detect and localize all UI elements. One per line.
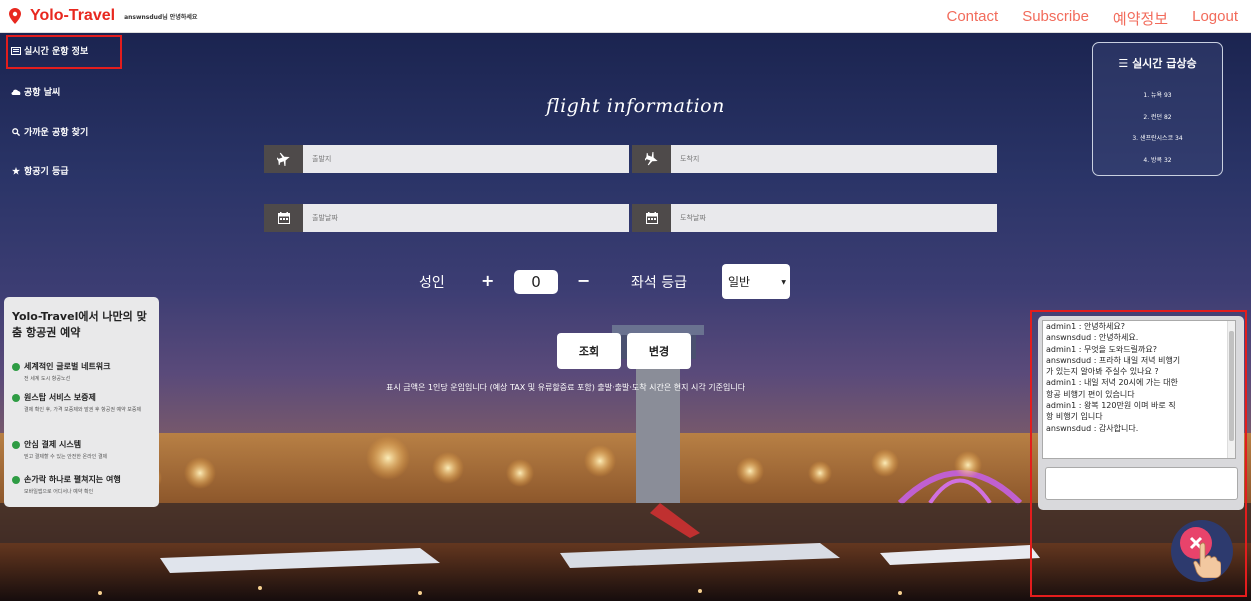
change-button[interactable]: 변경 (627, 333, 691, 369)
seat-class-value: 일반 (728, 275, 751, 289)
cloud-icon (11, 89, 21, 95)
selection-highlight (6, 35, 122, 69)
check-circle-icon (12, 475, 20, 484)
sidebar-item-label: 공항 날씨 (24, 88, 61, 98)
trending-item[interactable]: 3. 샌프란시스코 34 (1093, 133, 1222, 142)
sidebar-item-label: 가까운 공항 찾기 (24, 128, 89, 138)
chat-message: 항공 비행기 편이 있습니다 (1046, 389, 1135, 399)
seat-class-select[interactable]: 일반 ▼ (722, 264, 790, 299)
departure-date-icon-button[interactable] (264, 204, 303, 232)
chat-message: admin1 : 안녕하세요? (1046, 322, 1125, 331)
departure-date-input[interactable]: 출발날짜 (303, 204, 629, 232)
promo-item-desc: 전 세계 도시 항공노선 (24, 376, 71, 382)
chat-message: 항 비행기 입니다 (1046, 412, 1103, 422)
map-pin-icon (9, 8, 21, 24)
promo-item: 안심 결제 시스템 믿고 결제할 수 있는 안전한 온라인 결제 (12, 439, 107, 461)
departure-icon-button[interactable] (264, 145, 303, 173)
list-icon: ☰ (1118, 57, 1133, 70)
promo-item-desc: 결제 확인 후, 가격 보증제와 발권 후 항공권 예약 보증제 (24, 407, 142, 413)
promo-item: 손가락 하나로 펼쳐지는 여행 모바일앱으로 어디서나 예약 확인 (12, 474, 121, 496)
promo-item-title: 원스탑 서비스 보증제 (24, 393, 96, 402)
arrival-input[interactable]: 도착지 (671, 145, 997, 173)
nav-contact-link[interactable]: Contact (947, 8, 999, 29)
airplane-icon (644, 152, 658, 166)
airplane-icon (276, 152, 290, 166)
nav-reservation-link[interactable]: 예약정보 (1113, 8, 1168, 29)
promo-item-desc: 믿고 결제할 수 있는 안전한 온라인 결제 (24, 454, 108, 460)
promo-item-title: 세계적인 글로벌 네트워크 (24, 362, 111, 371)
chat-message: answnsdud : 감사합니다. (1046, 423, 1139, 433)
check-circle-icon (12, 440, 20, 449)
chat-log[interactable]: admin1 : 안녕하세요? answnsdud : 안녕하세요. admin… (1042, 320, 1236, 459)
check-circle-icon (12, 362, 20, 371)
trending-item[interactable]: 4. 방콕 32 (1093, 155, 1222, 164)
chat-scrollbar[interactable] (1227, 321, 1235, 458)
page-title: flight information (546, 95, 725, 117)
brand[interactable]: Yolo-Travel answnsdud님 안녕하세요 (9, 7, 197, 25)
chat-toggle-button[interactable] (1171, 520, 1233, 582)
chat-input[interactable] (1045, 467, 1238, 500)
chat-message: 가 있는지 알아봐 주실수 있나요 ? (1046, 367, 1159, 377)
fare-notice: 표시 금액은 1인당 운임입니다 (예상 TAX 및 유류할증료 포함) 출발·… (386, 383, 746, 392)
main-nav: Contact Subscribe 예약정보 Logout (947, 8, 1239, 29)
nav-logout-link[interactable]: Logout (1192, 8, 1238, 29)
departure-input[interactable]: 출발지 (303, 145, 629, 173)
trending-item[interactable]: 2. 런던 82 (1093, 112, 1222, 121)
promo-title: Yolo-Travel에서 나만의 맞춤 항공권 예약 (12, 310, 147, 339)
chat-message: admin1 : 무엇을 도와드릴까요? (1046, 344, 1157, 354)
sidebar-item-aircraft-class[interactable]: 항공기 등급 (11, 164, 69, 177)
promo-item-desc: 모바일앱으로 어디서나 예약 확인 (24, 489, 94, 495)
promo-item-title: 안심 결제 시스템 (24, 440, 82, 449)
departure-field: 출발지 (264, 145, 629, 173)
scrollbar-thumb[interactable] (1229, 331, 1234, 441)
trending-title-text: 실시간 급상승 (1132, 57, 1197, 70)
trending-item[interactable]: 1. 뉴욕 93 (1093, 90, 1222, 99)
calendar-icon (277, 212, 290, 224)
chat-message: admin1 : 내일 저녁 20시에 가는 대한 (1046, 378, 1178, 388)
arrival-date-field: 도착날짜 (632, 204, 997, 232)
dropdown-caret-icon: ▼ (781, 279, 786, 286)
trending-title: ☰ 실시간 급상승 (1093, 55, 1222, 71)
calendar-icon (645, 212, 658, 224)
search-icon (12, 127, 21, 136)
check-circle-icon (12, 393, 20, 402)
chat-message: answnsdud : 프라하 내일 저녁 비행기 (1046, 355, 1181, 365)
star-icon (12, 166, 20, 175)
chat-message: admin1 : 왕복 120만원 이며 바로 직 (1046, 401, 1176, 411)
promo-item-title: 손가락 하나로 펼쳐지는 여행 (24, 475, 121, 484)
sidebar-item-nearest-airport[interactable]: 가까운 공항 찾기 (11, 125, 88, 138)
promo-panel: Yolo-Travel에서 나만의 맞춤 항공권 예약 세계적인 글로벌 네트워… (4, 297, 159, 507)
promo-item: 원스탑 서비스 보증제 결제 확인 후, 가격 보증제와 발권 후 항공권 예약… (12, 392, 160, 414)
adult-plus-button[interactable]: + (481, 271, 494, 290)
trending-panel: ☰ 실시간 급상승 1. 뉴욕 93 2. 런던 82 3. 샌프란시스코 34… (1092, 42, 1223, 176)
top-navbar: Yolo-Travel answnsdud님 안녕하세요 Contact Sub… (0, 0, 1251, 33)
adult-label: 성인 (419, 275, 445, 291)
sidebar-item-airport-weather[interactable]: 공항 날씨 (11, 85, 60, 98)
promo-item: 세계적인 글로벌 네트워크 전 세계 도시 항공노선 (12, 361, 111, 383)
arrival-icon-button[interactable] (632, 145, 671, 173)
chat-message: answnsdud : 안녕하세요. (1046, 333, 1139, 343)
seat-class-label: 좌석 등급 (631, 275, 687, 291)
sidebar-item-label: 항공기 등급 (24, 167, 69, 177)
adult-count[interactable]: 0 (514, 270, 558, 294)
brand-name[interactable]: Yolo-Travel (30, 7, 115, 25)
hand-pointer-icon (1193, 542, 1221, 578)
arrival-field: 도착지 (632, 145, 997, 173)
search-button[interactable]: 조회 (557, 333, 621, 369)
arrival-date-icon-button[interactable] (632, 204, 671, 232)
arrival-date-input[interactable]: 도착날짜 (671, 204, 997, 232)
user-greeting: answnsdud님 안녕하세요 (124, 13, 198, 21)
nav-subscribe-link[interactable]: Subscribe (1022, 8, 1089, 29)
departure-date-field: 출발날짜 (264, 204, 629, 232)
adult-minus-button[interactable]: − (577, 271, 590, 290)
